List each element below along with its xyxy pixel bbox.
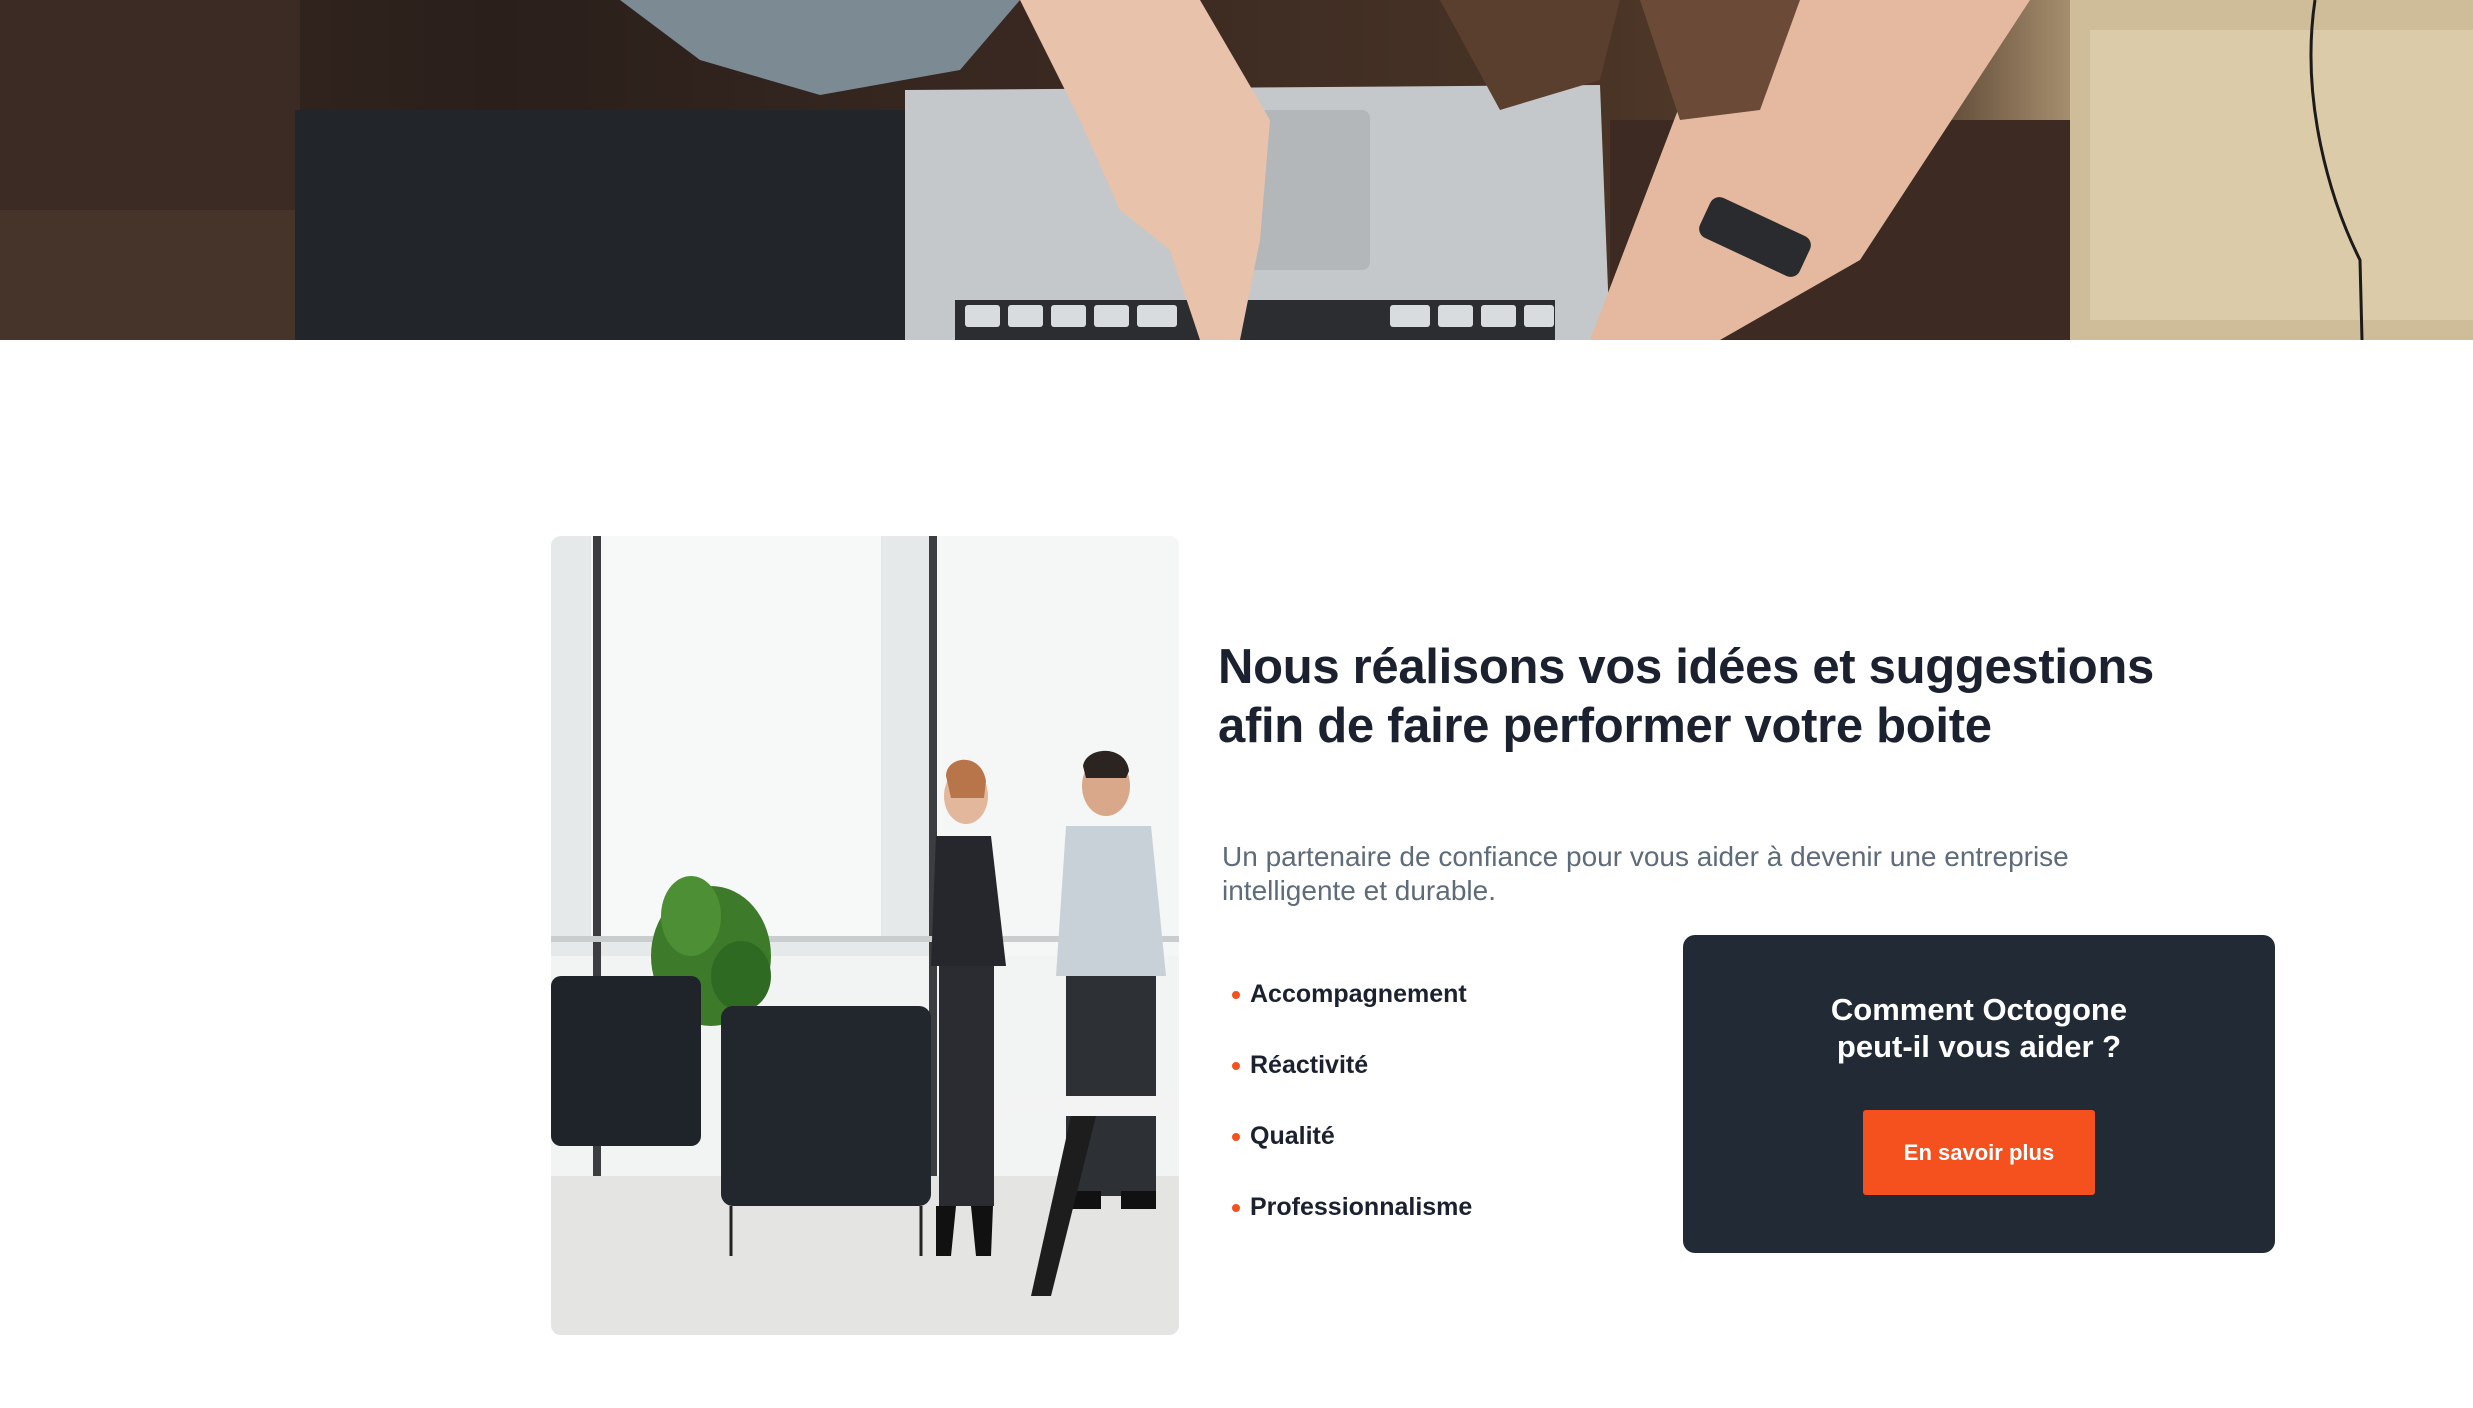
headline-line-2: afin de faire performer votre boite (1218, 699, 1992, 753)
feature-label: Accompagnement (1250, 980, 1467, 1008)
feature-label: Qualité (1250, 1122, 1335, 1150)
cta-title-line-2: peut-il vous aider ? (1836, 1029, 2122, 1064)
feature-item: Réactivité (1232, 1044, 1472, 1115)
office-meeting-illustration (551, 536, 1179, 1335)
bullet-dot-icon (1232, 1062, 1240, 1070)
cta-card: Comment Octogone peut-il vous aider ? En… (1683, 935, 2275, 1253)
headline-line-1: Nous réalisons vos idées et suggestions (1218, 640, 2154, 694)
cta-title: Comment Octogone peut-il vous aider ? (1799, 991, 2159, 1065)
cta-title-line-1: Comment Octogone (1830, 992, 2128, 1027)
learn-more-button[interactable]: En savoir plus (1863, 1110, 2095, 1195)
section-subtitle: Un partenaire de confiance pour vous aid… (1222, 841, 2069, 906)
feature-list: Accompagnement Réactivité Qualité Profes… (1232, 973, 1472, 1257)
feature-label: Professionnalisme (1250, 1193, 1473, 1221)
office-meeting-photo (551, 536, 1179, 1335)
feature-item: Professionnalisme (1232, 1186, 1472, 1257)
bullet-dot-icon (1232, 991, 1240, 999)
bullet-dot-icon (1232, 1133, 1240, 1141)
hero-image (0, 0, 2473, 340)
section-headline: Nous réalisons vos idées et suggestions … (1218, 638, 2278, 756)
feature-item: Qualité (1232, 1115, 1472, 1186)
feature-item: Accompagnement (1232, 973, 1472, 1044)
bullet-dot-icon (1232, 1204, 1240, 1212)
hero-photo-illustration (0, 0, 2473, 340)
feature-label: Réactivité (1250, 1051, 1369, 1079)
